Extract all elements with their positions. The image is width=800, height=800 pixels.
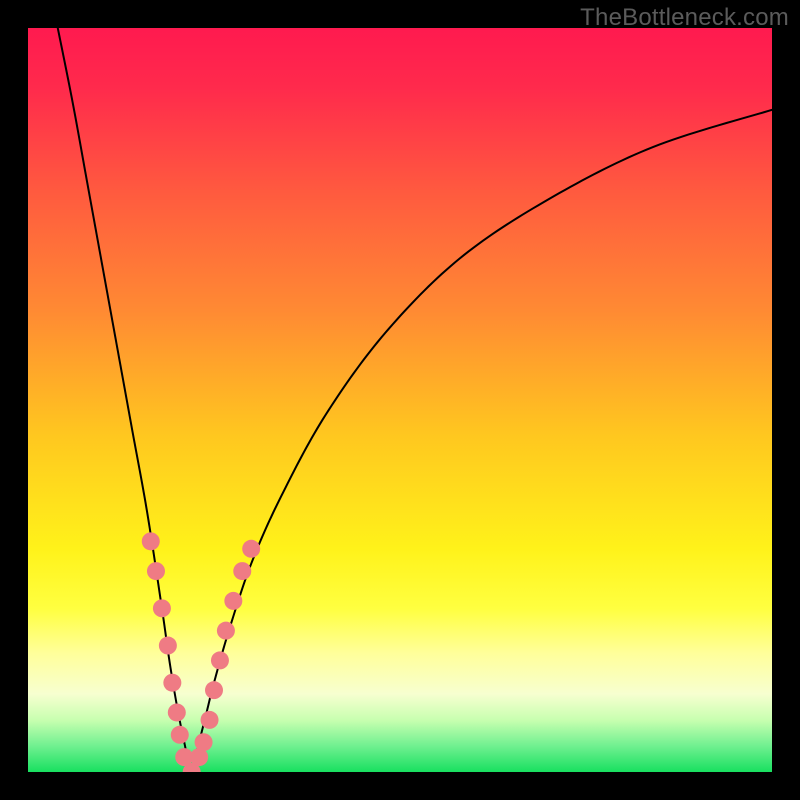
marker-point [153, 599, 171, 617]
marker-point [171, 726, 189, 744]
marker-point [159, 637, 177, 655]
marker-point [242, 540, 260, 558]
marker-point [201, 711, 219, 729]
marker-point [211, 651, 229, 669]
marker-point [168, 703, 186, 721]
marker-point [163, 674, 181, 692]
watermark-text: TheBottleneck.com [580, 4, 789, 32]
marker-point [233, 562, 251, 580]
marker-layer [28, 28, 772, 772]
marker-point [147, 562, 165, 580]
marker-point [205, 681, 223, 699]
chart-frame: TheBottleneck.com [0, 0, 800, 800]
marker-point [142, 532, 160, 550]
marker-point [217, 622, 235, 640]
marker-point [195, 733, 213, 751]
marker-point [224, 592, 242, 610]
plot-area [28, 28, 772, 772]
